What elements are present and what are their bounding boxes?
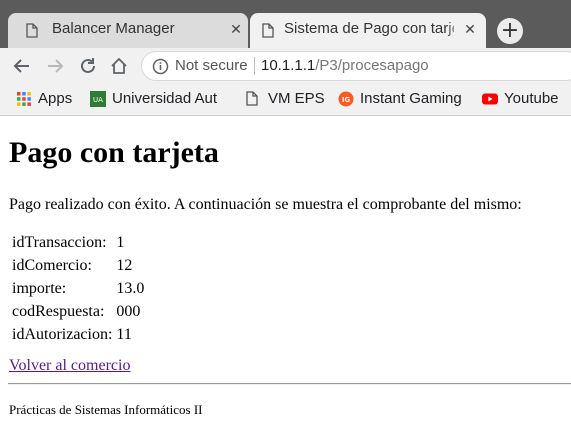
- page-icon: [26, 23, 38, 38]
- back-to-store-link[interactable]: Volver al comercio: [9, 357, 130, 375]
- table-row: idComercio: 12: [11, 255, 145, 276]
- receipt-value: 11: [116, 325, 132, 343]
- receipt-value: 12: [116, 256, 133, 274]
- receipt-label: importe:: [12, 279, 67, 297]
- back-arrow-icon[interactable]: [12, 56, 32, 76]
- page-icon: [262, 23, 274, 38]
- url-text: 10.1.1.1/P3/procesapago: [261, 57, 429, 74]
- receipt-label: codRespuesta:: [12, 302, 105, 320]
- bookmark-label: Universidad Aut: [112, 90, 218, 107]
- receipt-value: 000: [116, 302, 141, 320]
- url-path: /P3/procesapago: [315, 57, 429, 74]
- instant-gaming-icon: IG: [338, 91, 354, 107]
- browser-toolbar: Not secure 10.1.1.1/P3/procesapago: [0, 48, 571, 84]
- url-host: 10.1.1.1: [261, 57, 316, 74]
- apps-grid-icon: [17, 92, 31, 106]
- close-tab-icon[interactable]: ✕: [462, 22, 478, 38]
- receipt-table: idTransaccion: 1 idComercio: 12 importe:…: [9, 230, 147, 347]
- divider: [254, 57, 255, 75]
- bookmark-label: Apps: [38, 90, 73, 107]
- security-status: Not secure: [175, 57, 248, 74]
- page-footer: Prácticas de Sistemas Informáticos II: [9, 402, 203, 417]
- address-bar[interactable]: Not secure 10.1.1.1/P3/procesapago: [141, 51, 571, 81]
- bookmark-label: Youtube: [504, 90, 559, 107]
- tab-balancer-manager[interactable]: Balancer Manager ✕: [8, 13, 248, 48]
- bookmarks-bar: Apps UA Universidad Aut VM EPS IG Instan…: [0, 84, 571, 116]
- svg-text:IG: IG: [342, 96, 351, 104]
- table-row: idAutorizacion: 11: [11, 324, 145, 345]
- home-icon[interactable]: [109, 56, 129, 76]
- page-title: Pago con tarjeta: [9, 136, 219, 169]
- receipt-label: idTransaccion:: [12, 233, 107, 251]
- receipt-value: 13.0: [116, 279, 145, 297]
- table-row: importe: 13.0: [11, 278, 145, 299]
- page-content: Pago con tarjeta Pago realizado con éxit…: [0, 117, 571, 424]
- university-icon: UA: [90, 91, 106, 107]
- table-row: codRespuesta: 000: [11, 301, 145, 322]
- divider: [8, 383, 571, 385]
- bookmark-label: Instant Gaming: [360, 90, 462, 107]
- forward-arrow-icon[interactable]: [45, 56, 65, 76]
- page-icon: [246, 91, 258, 106]
- tab-title: Sistema de Pago con tarjeta: [284, 20, 454, 37]
- tab-title: Balancer Manager: [52, 20, 175, 37]
- close-tab-icon[interactable]: ✕: [228, 22, 244, 38]
- receipt-label: idAutorizacion:: [12, 325, 113, 343]
- tab-strip: Balancer Manager ✕ Sistema de Pago con t…: [0, 0, 571, 48]
- receipt-label: idComercio:: [12, 256, 92, 274]
- receipt-value: 1: [116, 233, 125, 251]
- reload-icon[interactable]: [78, 56, 98, 76]
- info-icon[interactable]: [152, 58, 169, 75]
- youtube-icon: [482, 93, 498, 105]
- bookmark-universidad[interactable]: UA Universidad Aut: [90, 90, 230, 110]
- bookmark-label: VM EPS: [268, 90, 325, 107]
- tab-sistema-de-pago[interactable]: Sistema de Pago con tarjeta ✕: [250, 13, 486, 48]
- success-message: Pago realizado con éxito. A continuación…: [9, 196, 522, 213]
- svg-text:UA: UA: [93, 96, 103, 104]
- table-row: idTransaccion: 1: [11, 232, 145, 253]
- new-tab-button[interactable]: +: [497, 18, 523, 44]
